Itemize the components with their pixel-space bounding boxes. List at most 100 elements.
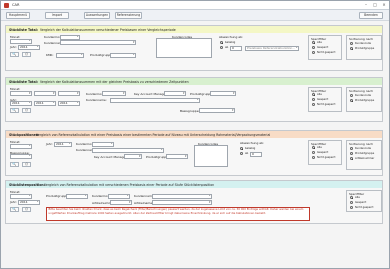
kundenname-select[interactable] <box>92 147 164 153</box>
kam-select[interactable] <box>164 91 186 96</box>
jahr-label: Jahr: <box>10 45 17 49</box>
nicht-gesperrt-radio[interactable] <box>312 156 316 160</box>
jahr-select-1[interactable]: 2011 <box>10 100 32 106</box>
jahr-label: Jahr: <box>10 200 17 204</box>
basisgruppe-select[interactable] <box>199 108 235 113</box>
sort-produktgruppe-radio[interactable] <box>350 152 354 156</box>
kundencodes-list[interactable] <box>194 145 228 167</box>
print-button[interactable]: ⎙ <box>22 108 31 113</box>
kundenname-select[interactable] <box>152 193 212 199</box>
monat-select-3[interactable] <box>58 91 80 96</box>
ab-label: ab <box>245 152 249 155</box>
kundencode-select[interactable] <box>108 193 130 199</box>
kundencode-select[interactable] <box>92 141 114 147</box>
kam-select[interactable] <box>124 154 142 159</box>
ab-input[interactable]: 0 <box>230 45 242 51</box>
sperrfilter-label: Sperrfilter <box>349 191 365 196</box>
toolbar: Hauptmenü Import Auswertungen Referenzie… <box>1 10 389 21</box>
section-header: Stückliste Total: Vergleich der Kalkulat… <box>6 26 382 33</box>
section-description: Vergleich der Kalkulationssummen mit der… <box>40 79 189 84</box>
beliebig-radio[interactable] <box>220 41 224 45</box>
gesperrt-radio[interactable] <box>312 98 316 102</box>
gesperrt-radio[interactable] <box>312 46 316 50</box>
sortierung-label: Sortierung nach <box>349 141 374 146</box>
nicht-gesperrt-label: Nicht gesperrt <box>355 206 374 209</box>
jahr-select[interactable]: 2011 <box>18 199 40 205</box>
jahr-select-3[interactable]: 2011 <box>58 100 80 106</box>
nicht-gesperrt-radio[interactable] <box>350 206 354 210</box>
auswertungen-button[interactable]: Auswertungen <box>84 12 110 19</box>
preview-button[interactable]: 🔍 <box>10 162 19 167</box>
window-title: CAR <box>12 3 20 7</box>
print-button[interactable]: ⎙ <box>22 52 31 57</box>
alle-radio[interactable] <box>312 146 316 150</box>
section-stueckliste-total-2: Stückliste Total: Vergleich der Kalkulat… <box>5 77 383 122</box>
sort-kundencode-radio[interactable] <box>350 147 354 151</box>
produktgruppe-select[interactable] <box>166 154 188 159</box>
jahr-select[interactable]: 2011 <box>54 141 72 147</box>
sort-produktgruppe-radio[interactable] <box>350 47 354 51</box>
monat-select[interactable] <box>10 143 32 149</box>
ab-radio[interactable] <box>240 152 244 156</box>
monat-select[interactable] <box>10 38 32 44</box>
ab-input[interactable]: 0 <box>250 151 262 157</box>
hauptmenue-button[interactable]: Hauptmenü <box>6 12 30 19</box>
monat-select-2[interactable] <box>34 91 56 96</box>
sort-produktgruppe-label: Produktgruppe <box>355 99 375 102</box>
minimize-icon[interactable]: – <box>362 2 370 8</box>
alle-radio[interactable] <box>350 196 354 200</box>
section-description: Vergleich der Kalkulationssummen verschi… <box>40 27 176 32</box>
produktgruppe-select[interactable] <box>66 193 88 199</box>
kundencode-select[interactable] <box>102 91 126 96</box>
kmk-select[interactable] <box>56 52 84 58</box>
ab-label: ab <box>225 46 229 49</box>
sortierung-label: Sortierung nach <box>349 88 374 93</box>
print-warning: Bitte beachten Sie beim direkten Druck, … <box>46 206 310 221</box>
monat-select-1[interactable] <box>10 91 32 96</box>
ab-radio[interactable] <box>220 46 224 50</box>
sort-produktgruppe-label: Produktgruppe <box>355 47 375 50</box>
artikelname-select[interactable] <box>152 200 212 205</box>
kundencode-select[interactable] <box>60 34 80 40</box>
import-button[interactable]: Import <box>45 12 69 19</box>
produktgruppe-select[interactable] <box>210 91 236 96</box>
preview-button[interactable]: 🔍 <box>10 207 19 212</box>
alle-radio[interactable] <box>312 93 316 97</box>
print-button[interactable]: ⎙ <box>22 207 31 212</box>
nicht-gesperrt-radio[interactable] <box>312 103 316 107</box>
maximize-icon[interactable]: □ <box>371 2 379 8</box>
referenzierung-button[interactable]: Referenzierung <box>115 12 142 19</box>
print-button[interactable]: ⎙ <box>22 162 31 167</box>
close-icon[interactable]: × <box>380 2 388 8</box>
referenz-select[interactable]: Preisbasis Referenzkalkulation... <box>245 45 299 51</box>
alle-radio[interactable] <box>312 41 316 45</box>
sort-artikelnummer-label: Artikelnummer <box>355 157 375 160</box>
section-stueckliste-total-1: Stückliste Total: Vergleich der Kalkulat… <box>5 25 383 71</box>
beenden-button[interactable]: Beenden <box>359 12 383 19</box>
kundencodes-list[interactable] <box>156 38 212 58</box>
kundenname-select[interactable] <box>110 97 200 103</box>
kam-label: Key Account Manager: <box>94 154 128 159</box>
sort-produktgruppe-radio[interactable] <box>350 99 354 103</box>
monat-select[interactable] <box>10 193 32 199</box>
preview-button[interactable]: 🔍 <box>10 108 19 113</box>
artikelnummer-select[interactable] <box>110 200 132 205</box>
gesperrt-label: Gesperrt <box>317 98 329 101</box>
kundenname-select[interactable] <box>60 40 136 45</box>
preview-button[interactable]: 🔍 <box>10 52 19 57</box>
nicht-gesperrt-label: Nicht gesperrt <box>317 156 336 159</box>
nicht-gesperrt-radio[interactable] <box>312 51 316 55</box>
gesperrt-radio[interactable] <box>312 151 316 155</box>
section-title: Stücklistenposition: <box>9 182 45 187</box>
gesperrt-label: Gesperrt <box>355 201 367 204</box>
jahr-select[interactable]: 2011 <box>18 44 40 50</box>
basisgruppe-select[interactable] <box>10 153 32 159</box>
jahr-label: Jahr: <box>46 142 53 146</box>
sort-artikelnummer-radio[interactable] <box>350 157 354 161</box>
sort-kundencode-radio[interactable] <box>350 94 354 98</box>
jahr-select-2[interactable]: 2011 <box>34 100 56 106</box>
produktgruppe-select[interactable] <box>110 52 136 58</box>
sort-kundencode-radio[interactable] <box>350 42 354 46</box>
beliebig-radio[interactable] <box>240 147 244 151</box>
gesperrt-radio[interactable] <box>350 201 354 205</box>
